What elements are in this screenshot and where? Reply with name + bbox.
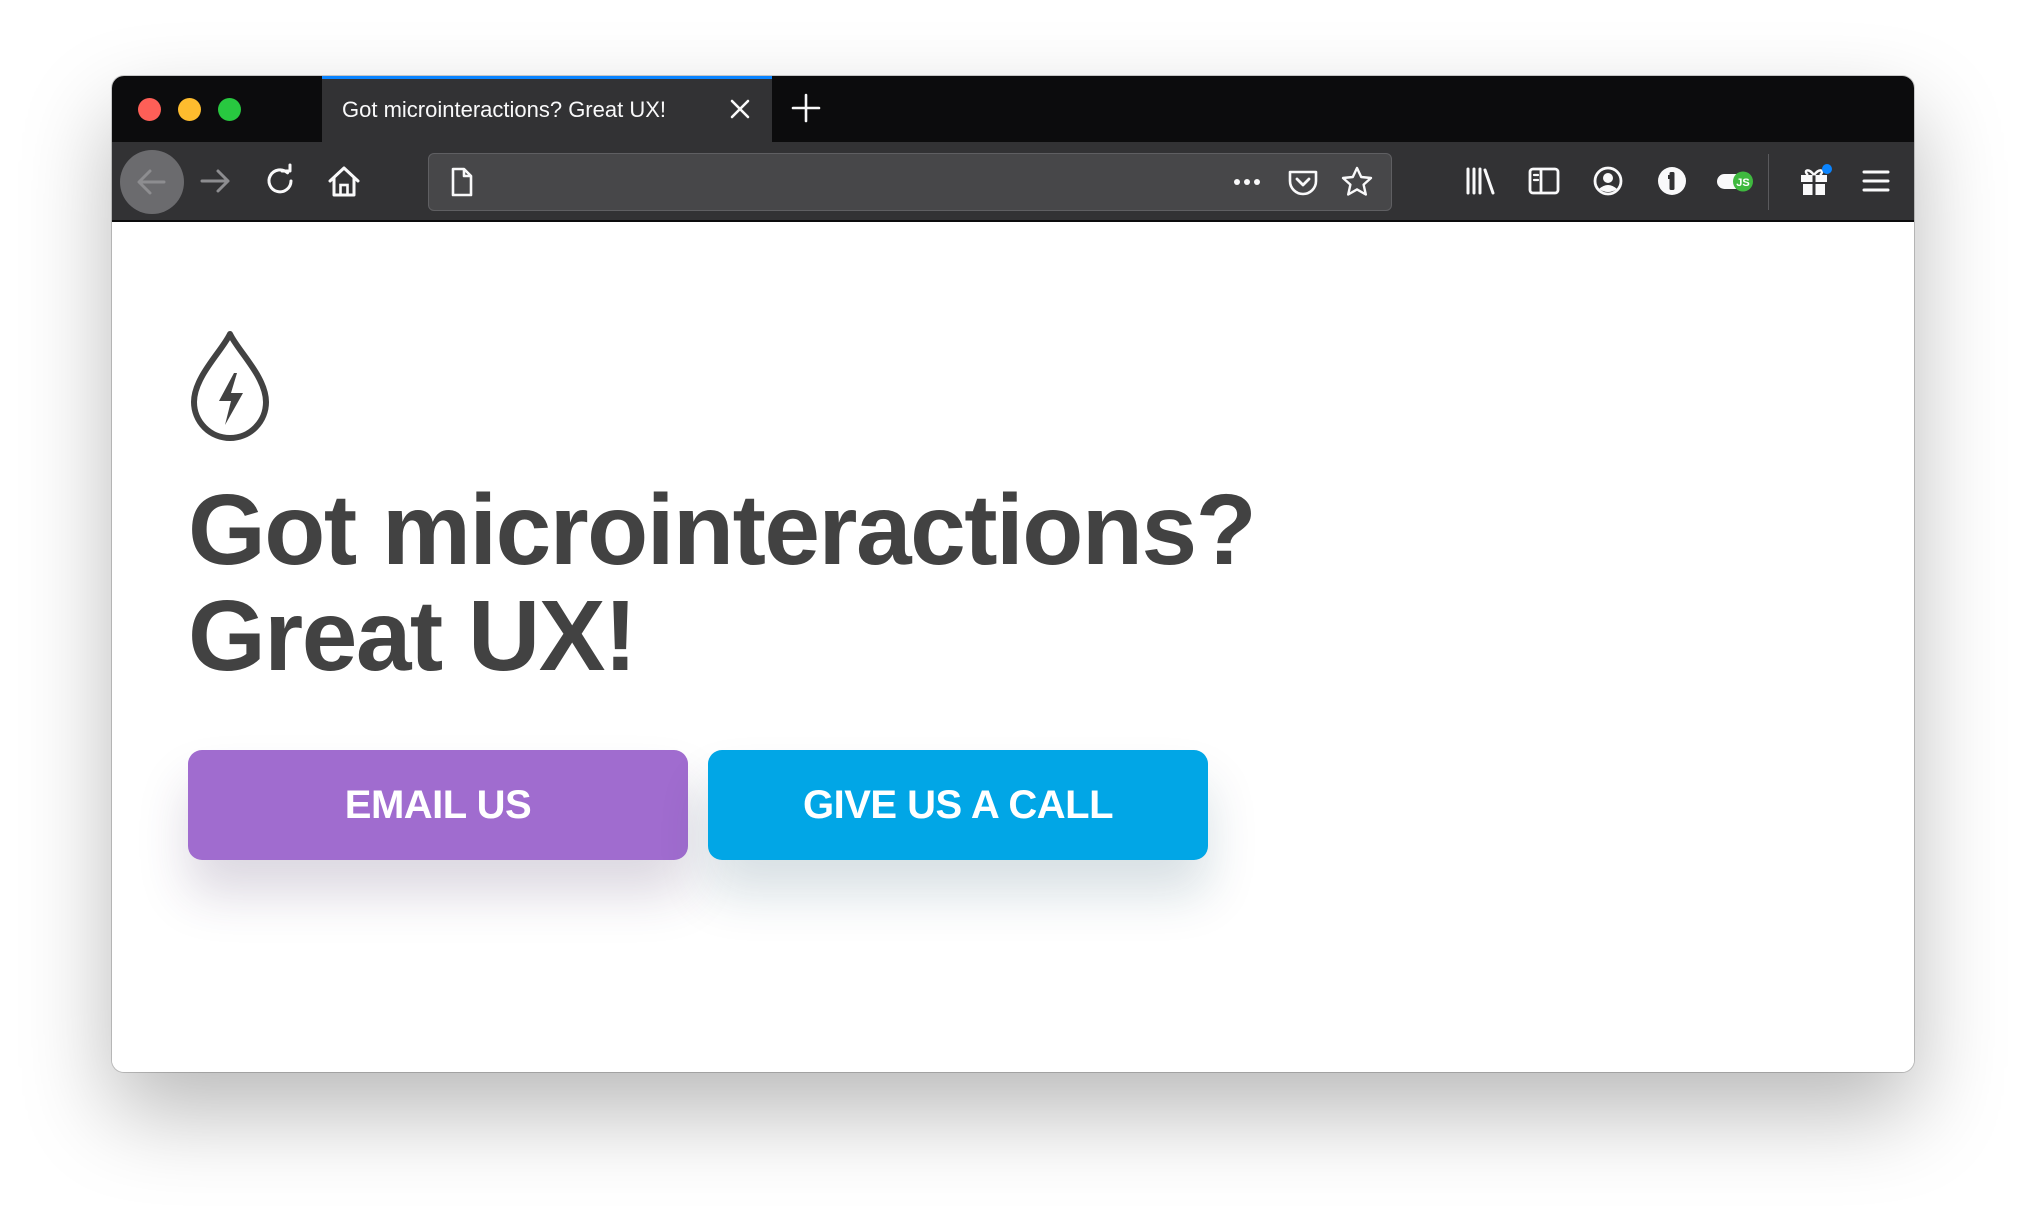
navigation-toolbar: JS [112, 142, 1914, 222]
sidebar-icon[interactable] [1524, 161, 1564, 201]
reload-icon[interactable] [260, 161, 300, 201]
toolbar-separator [1768, 154, 1769, 210]
email-us-button[interactable]: EMAIL US [188, 750, 688, 860]
password-manager-icon[interactable] [1652, 161, 1692, 201]
gift-icon[interactable] [1794, 161, 1834, 201]
heading-line-1: Got microinteractions? [188, 474, 1257, 586]
library-icon[interactable] [1460, 161, 1500, 201]
js-toggle-icon[interactable]: JS [1714, 161, 1758, 201]
back-button[interactable] [120, 150, 184, 214]
browser-window: Got microinteractions? Great UX! JS Got … [112, 76, 1914, 1072]
minimize-window-button[interactable] [178, 98, 201, 121]
pocket-icon[interactable] [1285, 164, 1321, 200]
hamburger-menu-icon[interactable] [1856, 161, 1896, 201]
home-icon[interactable] [324, 161, 364, 201]
back-arrow-icon [137, 169, 166, 195]
more-actions-icon[interactable] [1229, 164, 1265, 200]
forward-arrow-icon[interactable] [196, 161, 236, 201]
account-icon[interactable] [1588, 161, 1628, 201]
address-bar[interactable] [428, 153, 1392, 211]
lightning-drop-icon [188, 329, 272, 443]
page-content: Got microinteractions? Great UX! EMAIL U… [112, 222, 1914, 1072]
tab-bar: Got microinteractions? Great UX! [112, 76, 1914, 142]
tab-title: Got microinteractions? Great UX! [342, 97, 667, 122]
close-icon[interactable] [726, 95, 754, 123]
page-icon [443, 164, 479, 200]
page-heading: Got microinteractions? Great UX! [188, 474, 1257, 692]
plus-icon[interactable] [788, 90, 824, 126]
give-us-a-call-button[interactable]: GIVE US A CALL [708, 750, 1208, 860]
heading-line-2: Great UX! [188, 580, 637, 692]
close-window-button[interactable] [138, 98, 161, 121]
bookmark-star-icon[interactable] [1339, 164, 1375, 200]
tab-active[interactable]: Got microinteractions? Great UX! [322, 76, 772, 142]
zoom-window-button[interactable] [218, 98, 241, 121]
svg-text:JS: JS [1736, 177, 1749, 189]
